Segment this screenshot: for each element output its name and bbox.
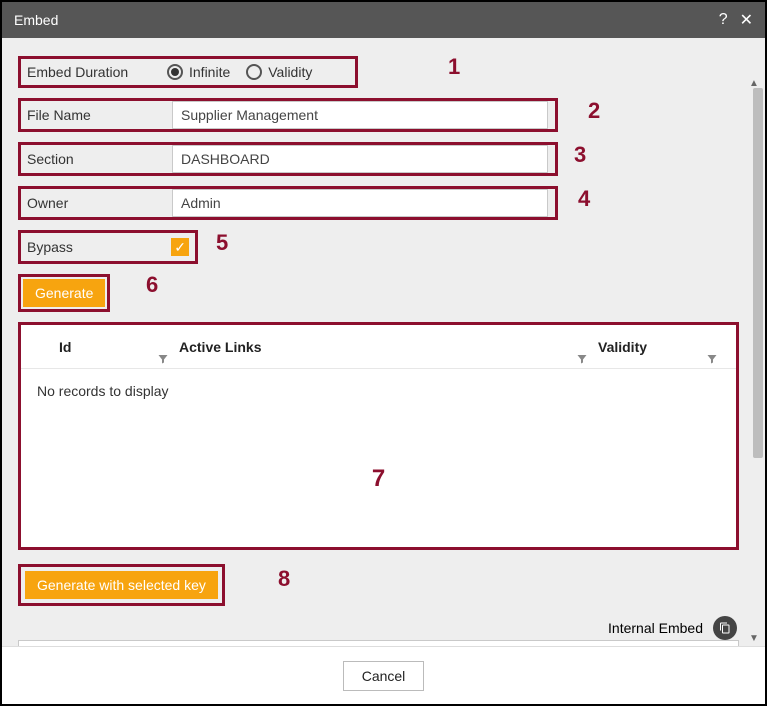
radio-infinite-label: Infinite <box>189 64 230 80</box>
bypass-label: Bypass <box>27 239 171 255</box>
section-row: Section 3 <box>18 142 739 176</box>
owner-input[interactable] <box>172 189 548 217</box>
annotation-5: 5 <box>216 230 228 256</box>
radio-infinite[interactable] <box>167 64 183 80</box>
bypass-checkbox[interactable]: ✓ <box>171 238 189 256</box>
col-validity: Validity <box>598 339 728 355</box>
dialog-footer: Cancel <box>2 646 765 704</box>
links-table: Id Active Links Validity <box>18 322 739 550</box>
internal-embed-row: Internal Embed <box>18 616 739 640</box>
titlebar-actions: ? ✕ <box>719 10 753 30</box>
owner-label: Owner <box>27 195 172 211</box>
copy-icon[interactable] <box>713 616 737 640</box>
dialog-title: Embed <box>14 12 58 28</box>
col-links-label: Active Links <box>179 339 261 355</box>
filter-icon[interactable] <box>157 353 169 368</box>
annotation-4: 4 <box>578 186 590 212</box>
col-id: Id <box>29 339 179 355</box>
table-header: Id Active Links Validity <box>21 325 736 369</box>
generate-button[interactable]: Generate <box>23 279 105 307</box>
table-empty: No records to display <box>21 369 736 413</box>
col-id-label: Id <box>59 339 71 355</box>
file-name-input[interactable] <box>172 101 548 129</box>
annotation-7: 7 <box>372 465 385 493</box>
annotation-1: 1 <box>448 54 460 80</box>
annotation-2: 2 <box>588 98 600 124</box>
filter-icon[interactable] <box>576 353 588 368</box>
radio-validity-label: Validity <box>268 64 312 80</box>
generate-selected-row: Generate with selected key 8 <box>18 550 739 606</box>
file-name-label: File Name <box>27 107 172 123</box>
dialog-titlebar: Embed ? ✕ <box>2 2 765 38</box>
section-label: Section <box>27 151 172 167</box>
file-name-row: File Name 2 <box>18 98 739 132</box>
col-active-links: Active Links <box>179 339 598 355</box>
annotation-6: 6 <box>146 272 158 298</box>
section-input[interactable] <box>172 145 548 173</box>
filter-icon[interactable] <box>706 353 718 368</box>
col-validity-label: Validity <box>598 339 647 355</box>
bypass-row: Bypass ✓ 5 <box>18 230 739 264</box>
owner-row: Owner 4 <box>18 186 739 220</box>
help-icon[interactable]: ? <box>719 11 728 29</box>
scroll-down-arrow[interactable]: ▼ <box>749 633 759 644</box>
cancel-button[interactable]: Cancel <box>343 661 425 691</box>
internal-embed-label: Internal Embed <box>608 620 703 636</box>
radio-validity[interactable] <box>246 64 262 80</box>
scrollbar-thumb[interactable] <box>753 88 763 458</box>
dialog-body: Embed Duration Infinite Validity 1 File … <box>2 38 765 646</box>
generate-selected-button[interactable]: Generate with selected key <box>25 571 218 599</box>
embed-duration-row: Embed Duration Infinite Validity 1 <box>18 56 739 88</box>
close-icon[interactable]: ✕ <box>740 10 753 30</box>
annotation-3: 3 <box>574 142 586 168</box>
annotation-8: 8 <box>278 566 290 592</box>
embed-duration-label: Embed Duration <box>27 64 167 80</box>
generate-row: Generate 6 <box>18 274 739 312</box>
